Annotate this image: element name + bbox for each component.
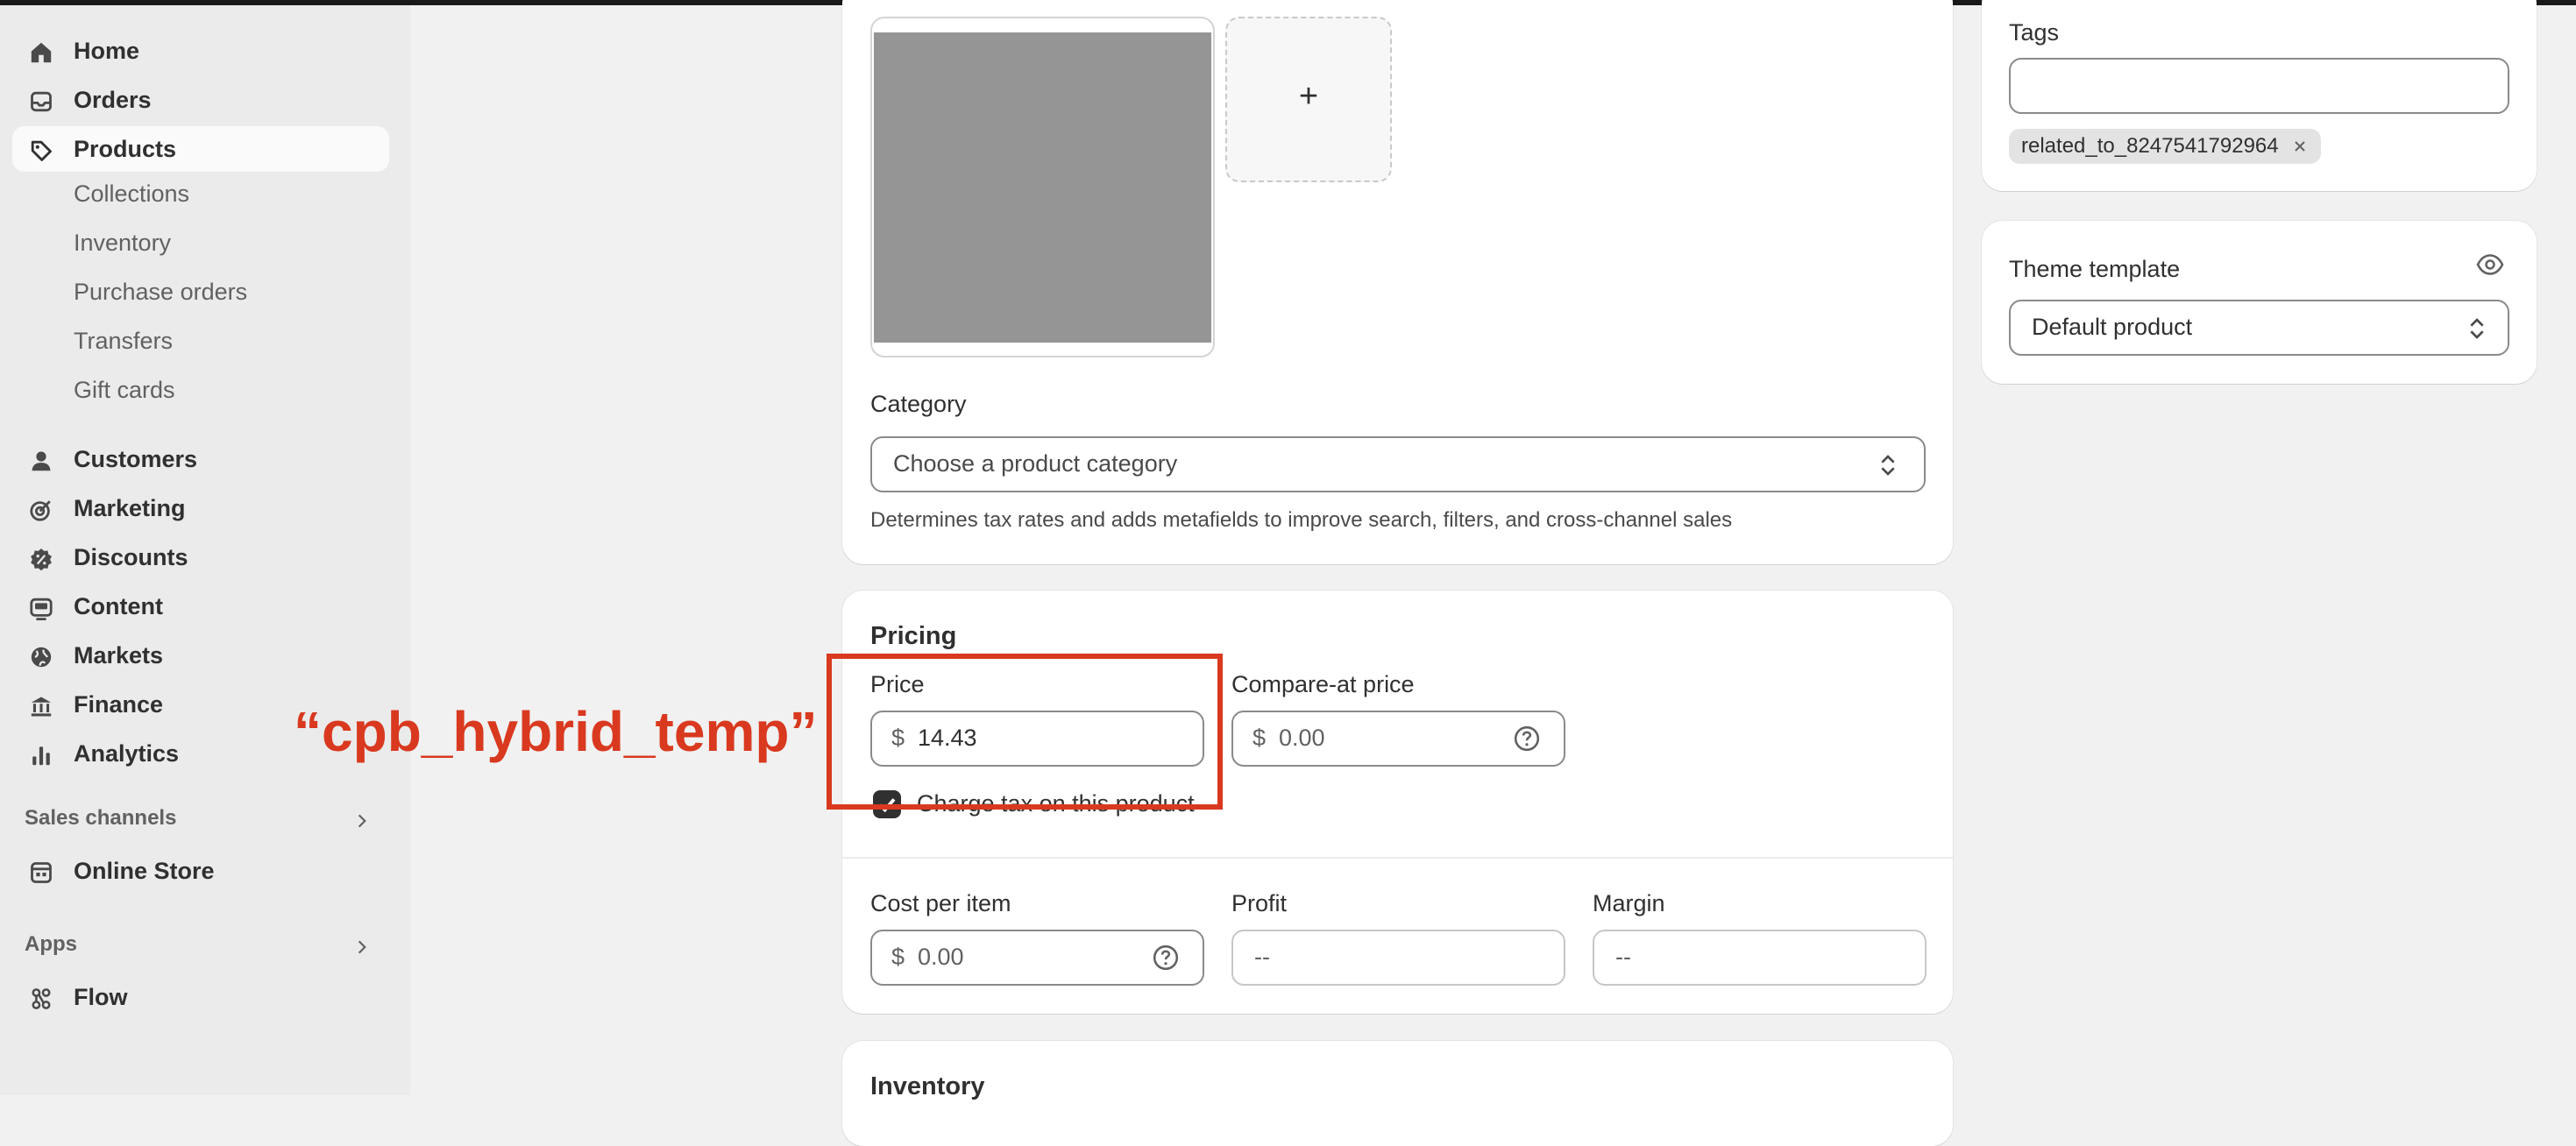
category-label: Category	[870, 391, 967, 417]
cost-per-item-value: 0.00	[918, 944, 964, 970]
select-arrows-icon	[2470, 318, 2484, 339]
tag-chip-label: related_to_8247541792964	[2021, 134, 2279, 158]
tags-label: Tags	[2009, 19, 2060, 46]
profit-field: --	[1231, 930, 1565, 986]
sidebar-subitem-label: Gift cards	[74, 377, 175, 403]
theme-template-label: Theme template	[2009, 256, 2181, 282]
inventory-title: Inventory	[870, 1072, 985, 1100]
eye-icon[interactable]	[2475, 252, 2505, 277]
profit-label: Profit	[1231, 890, 1288, 916]
sidebar-subitem-purchase-orders[interactable]: Purchase orders	[74, 279, 247, 319]
sales-channels-title: Sales channels	[25, 806, 177, 830]
margin-field: --	[1593, 930, 1927, 986]
currency-prefix: $	[891, 944, 905, 970]
select-arrows-icon	[1881, 455, 1895, 476]
globe-icon	[28, 644, 54, 670]
sidebar-subitem-gift-cards[interactable]: Gift cards	[74, 377, 175, 417]
tag-chip: related_to_8247541792964	[2009, 129, 2321, 164]
sidebar-item-label: Finance	[74, 691, 164, 718]
sidebar-item-label: Content	[74, 593, 163, 619]
help-icon[interactable]	[1513, 725, 1541, 753]
margin-value: --	[1615, 944, 1631, 970]
tag-icon	[28, 138, 54, 164]
image-icon	[28, 595, 54, 621]
sidebar-item-label: Flow	[74, 984, 128, 1010]
remove-tag-icon[interactable]	[2288, 134, 2312, 159]
sidebar-item-customers[interactable]: Customers	[12, 436, 389, 482]
plus-icon: +	[1298, 78, 1319, 115]
sidebar-item-online-store[interactable]: Online Store	[12, 848, 389, 894]
sidebar-item-label: Analytics	[74, 740, 180, 767]
annotation-label: “cpb_hybrid_temp”	[294, 700, 818, 763]
sidebar-item-label: Orders	[74, 87, 152, 113]
currency-prefix: $	[1253, 725, 1267, 751]
compare-at-price-label: Compare-at price	[1231, 671, 1415, 697]
sales-channels-header[interactable]: Sales channels	[25, 806, 375, 841]
inventory-card	[842, 1041, 1953, 1146]
inbox-icon	[28, 88, 54, 115]
sidebar-item-label: Home	[74, 38, 140, 64]
sidebar-subitem-label: Inventory	[74, 230, 172, 256]
sidebar-item-markets[interactable]: Markets	[12, 633, 389, 678]
help-icon[interactable]	[1152, 944, 1180, 972]
category-help-text: Determines tax rates and adds metafields…	[870, 508, 1733, 532]
bank-icon	[28, 693, 54, 719]
sidebar-item-marketing[interactable]: Marketing	[12, 485, 389, 531]
sidebar: Home Orders Products Collections Invento…	[0, 5, 410, 1095]
sidebar-subitem-collections[interactable]: Collections	[74, 180, 189, 221]
compare-at-price-input[interactable]: $ 0.00	[1231, 711, 1565, 767]
target-icon	[28, 497, 54, 523]
category-select[interactable]: Choose a product category	[870, 436, 1926, 492]
sidebar-item-flow[interactable]: Flow	[12, 974, 389, 1020]
cost-per-item-input[interactable]: $ 0.00	[870, 930, 1204, 986]
sidebar-item-discounts[interactable]: Discounts	[12, 534, 389, 580]
person-icon	[28, 448, 54, 474]
category-select-value: Choose a product category	[893, 450, 1178, 477]
margin-label: Margin	[1593, 890, 1665, 916]
sidebar-item-products[interactable]: Products	[12, 126, 389, 172]
pricing-title: Pricing	[870, 622, 957, 650]
sidebar-subitem-inventory[interactable]: Inventory	[74, 230, 171, 270]
sidebar-subitem-label: Purchase orders	[74, 279, 248, 305]
apps-header[interactable]: Apps	[25, 932, 375, 967]
product-image	[874, 32, 1211, 343]
apps-title: Apps	[25, 932, 77, 956]
chevron-right-icon[interactable]	[349, 934, 375, 960]
sidebar-item-home[interactable]: Home	[12, 28, 389, 74]
pricing-divider	[842, 857, 1953, 859]
flow-icon	[28, 986, 54, 1012]
tags-input[interactable]	[2009, 58, 2509, 114]
product-image-tile[interactable]	[870, 17, 1215, 357]
theme-template-select[interactable]: Default product	[2009, 300, 2509, 356]
sidebar-item-orders[interactable]: Orders	[12, 77, 389, 123]
theme-template-value: Default product	[2032, 314, 2193, 340]
sidebar-item-label: Customers	[74, 446, 198, 472]
sidebar-item-label: Online Store	[74, 858, 215, 884]
chevron-right-icon[interactable]	[349, 808, 375, 834]
compare-at-price-value: 0.00	[1279, 725, 1325, 751]
store-icon	[28, 860, 54, 886]
bar-chart-icon	[28, 742, 54, 768]
sidebar-item-label: Marketing	[74, 495, 186, 521]
home-icon	[28, 39, 54, 66]
sidebar-item-label: Products	[74, 136, 177, 162]
sidebar-subitem-transfers[interactable]: Transfers	[74, 328, 173, 368]
add-media-button[interactable]: +	[1225, 17, 1392, 182]
sidebar-item-label: Discounts	[74, 544, 188, 570]
sidebar-subitem-label: Collections	[74, 180, 190, 207]
sidebar-item-label: Markets	[74, 642, 164, 668]
profit-value: --	[1254, 944, 1270, 970]
annotation-box	[827, 654, 1223, 810]
discount-icon	[28, 546, 54, 572]
cost-per-item-label: Cost per item	[870, 890, 1011, 916]
sidebar-subitem-label: Transfers	[74, 328, 174, 354]
sidebar-item-content[interactable]: Content	[12, 584, 389, 629]
